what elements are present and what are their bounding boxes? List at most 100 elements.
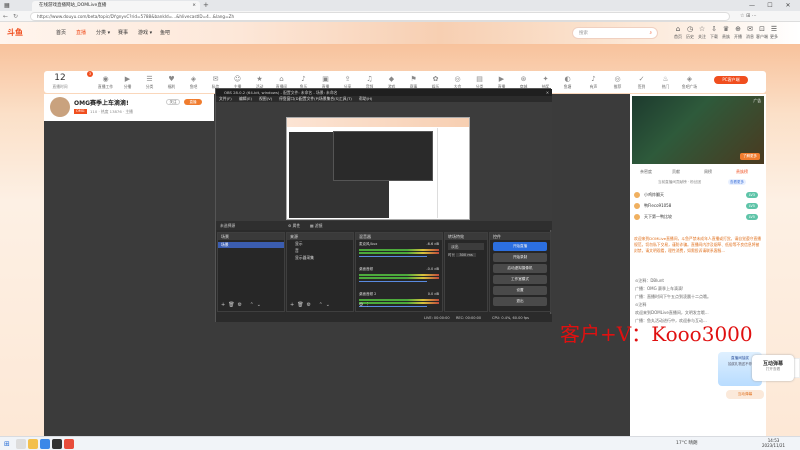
top-icon-0[interactable]: ⌂ 首页 bbox=[672, 25, 684, 40]
volume-slider[interactable] bbox=[359, 256, 427, 257]
close-window-button[interactable]: ✕ bbox=[780, 0, 796, 11]
mixer-channel-db: -6.6 dB bbox=[426, 242, 439, 246]
float-interact-panel[interactable]: 互动弹幕 打开查看 bbox=[752, 355, 794, 381]
browser-menu-icon[interactable]: ▦ bbox=[4, 1, 14, 10]
rank-item[interactable]: 天下第一鸭比较 LV5 bbox=[634, 212, 762, 222]
rank-tab-0[interactable]: 亲密度 bbox=[640, 169, 652, 175]
scene-item[interactable]: 场景 bbox=[218, 242, 284, 248]
live-time-widget[interactable]: 12 直播时间 bbox=[50, 73, 70, 90]
transitions-pane: 转场特效 淡出 时长 300 ms bbox=[444, 232, 488, 312]
top-icon-6[interactable]: ✉ 消息 bbox=[744, 25, 756, 40]
obs-taskbar-icon[interactable] bbox=[52, 439, 62, 449]
pc-client-button[interactable]: PC客户端 bbox=[714, 76, 748, 84]
source-item[interactable]: 显示 bbox=[287, 240, 353, 247]
nav-live[interactable]: 直播 bbox=[76, 28, 86, 38]
nav-forum[interactable]: 鱼吧 bbox=[160, 28, 170, 38]
search-taskbar-icon[interactable] bbox=[16, 439, 26, 449]
close-tab-icon[interactable]: × bbox=[192, 1, 196, 11]
capture-header bbox=[287, 118, 469, 127]
category-item-1[interactable]: ▶ 分播 bbox=[118, 74, 137, 90]
maximize-button[interactable]: ☐ bbox=[762, 0, 778, 11]
app-taskbar-icon[interactable] bbox=[64, 439, 74, 449]
filters-button[interactable]: ▦ 滤镜 bbox=[310, 221, 322, 230]
new-tab-icon[interactable]: + bbox=[203, 0, 209, 11]
control-button-3[interactable]: 工作室模式 bbox=[493, 275, 547, 284]
control-button-5[interactable]: 退出 bbox=[493, 297, 547, 306]
rank-tab-3[interactable]: 贵族榜 bbox=[736, 169, 748, 175]
site-logo[interactable]: 斗鱼 bbox=[7, 28, 41, 38]
clock[interactable]: 14:53 2023/11/21 bbox=[762, 438, 785, 448]
category-right-item-4[interactable]: ◈ 鱼吧广场 bbox=[680, 74, 699, 90]
chat-message: 欢迎来到DOMLive直播间，文明发言哦... bbox=[635, 310, 709, 315]
category-right-item-1[interactable]: ◎ 推荐 bbox=[608, 74, 627, 90]
browser-taskbar-icon[interactable] bbox=[40, 439, 50, 449]
clock-date: 2023/11/21 bbox=[762, 443, 786, 448]
nav-esports[interactable]: 赛事 bbox=[118, 28, 128, 38]
back-icon[interactable]: ← bbox=[3, 12, 8, 21]
nav-category[interactable]: 分类 ▾ bbox=[96, 28, 110, 38]
top-icon-label: 下载 bbox=[710, 34, 718, 39]
control-button-2[interactable]: 启动虚拟摄像机 bbox=[493, 264, 547, 273]
top-icon-7[interactable]: ⊡ 客户端 bbox=[756, 25, 768, 40]
properties-button[interactable]: ⚙ 属性 bbox=[288, 221, 300, 230]
rank-item[interactable]: 鸭Fleco91058 LV5 bbox=[634, 201, 762, 211]
top-icon-glyph: ☆ bbox=[698, 25, 706, 33]
nav-games[interactable]: 游戏 ▾ bbox=[138, 28, 152, 38]
streamer-avatar[interactable] bbox=[50, 97, 70, 117]
rank-item[interactable]: 小鸡炸翻天 LV3 bbox=[634, 190, 762, 200]
obs-close-icon[interactable]: ✕ bbox=[546, 89, 549, 96]
start-icon[interactable]: ⊞ bbox=[4, 440, 10, 448]
follow-button[interactable]: 关注 bbox=[166, 99, 180, 105]
obs-preview[interactable] bbox=[216, 102, 552, 221]
category-item-2[interactable]: ☰ 分类 bbox=[140, 74, 159, 90]
top-icon-8[interactable]: ☰ 更多 bbox=[768, 25, 780, 40]
search-icon[interactable]: ⌕ bbox=[649, 28, 652, 39]
rank-tab-1[interactable]: 贡献 bbox=[672, 169, 680, 175]
control-button-0[interactable]: 开始直播 bbox=[493, 242, 547, 251]
rank-more-button[interactable]: 查看更多 bbox=[728, 179, 746, 185]
url-input[interactable]: https://www.douyu.com/beta/topic/DYgnyvC… bbox=[30, 12, 730, 21]
category-icon: ♥ bbox=[168, 75, 175, 83]
category-right-item-2[interactable]: ✓ 签到 bbox=[632, 74, 651, 90]
category-right-item-3[interactable]: ♨ 热门 bbox=[656, 74, 675, 90]
category-right-item-0[interactable]: ♪ 有声 bbox=[584, 74, 603, 90]
rank-avatar bbox=[634, 214, 640, 220]
top-icon-1[interactable]: ◷ 历史 bbox=[684, 25, 696, 40]
volume-meter bbox=[359, 277, 439, 279]
category-item-21[interactable]: ◐ 鱼塘 bbox=[558, 74, 577, 90]
volume-slider[interactable] bbox=[359, 281, 427, 282]
category-item-3[interactable]: ♥ 福利 bbox=[162, 74, 181, 90]
source-item[interactable]: 显示器采集 bbox=[287, 254, 353, 261]
browser-tab[interactable]: 在线游戏直播网站_DOMLive直播 × bbox=[32, 1, 200, 11]
search-input[interactable]: 搜索 ⌕ bbox=[572, 27, 658, 39]
ad-button[interactable]: 了解更多 bbox=[740, 153, 760, 160]
category-icon: ▶ bbox=[124, 75, 131, 83]
transition-select[interactable]: 淡出 bbox=[448, 243, 484, 250]
control-button-4[interactable]: 设置 bbox=[493, 286, 547, 295]
minimize-button[interactable]: — bbox=[744, 0, 760, 11]
control-button-1[interactable]: 开始录制 bbox=[493, 253, 547, 262]
explorer-icon[interactable] bbox=[28, 439, 38, 449]
ad-banner[interactable]: 广告 了解更多 bbox=[632, 96, 764, 164]
scenes-toolbar: +🗑⚙ ⌃⌄ bbox=[221, 302, 264, 308]
top-icon-3[interactable]: ⇩ 下载 bbox=[708, 25, 720, 40]
nav-home[interactable]: 首页 bbox=[56, 28, 66, 38]
sources-pane: 来源 显示音显示器采集 +🗑⚙ ⌃⌄ bbox=[286, 232, 354, 312]
gift-button[interactable]: 互动弹幕 bbox=[726, 390, 764, 399]
category-item-4[interactable]: ◈ 鱼吧 bbox=[184, 74, 203, 90]
refresh-icon[interactable]: ↻ bbox=[13, 12, 18, 21]
top-icon-5[interactable]: ⊕ 开播 bbox=[732, 25, 744, 40]
controls-header: 控件 bbox=[490, 233, 550, 240]
mixer-channel: 桌面音频 -0.0 dB bbox=[356, 265, 442, 284]
top-icon-4[interactable]: ♛ 贵族 bbox=[720, 25, 732, 40]
category-item-0[interactable]: ◉ 直播工作 bbox=[96, 74, 115, 90]
source-item[interactable]: 音 bbox=[287, 247, 353, 254]
category-icon: ⊛ bbox=[520, 75, 527, 83]
extensions-icon[interactable]: ☆ ⊞ ⋯ bbox=[740, 12, 757, 21]
category-icon: ◎ bbox=[614, 75, 621, 83]
rank-tab-2[interactable]: 周榜 bbox=[704, 169, 712, 175]
duration-input[interactable]: 300 ms bbox=[456, 253, 476, 257]
top-icon-2[interactable]: ☆ 关注 bbox=[696, 25, 708, 40]
category-icon: ▶ bbox=[498, 75, 505, 83]
weather[interactable]: 17°C 晴朗 bbox=[676, 440, 698, 446]
